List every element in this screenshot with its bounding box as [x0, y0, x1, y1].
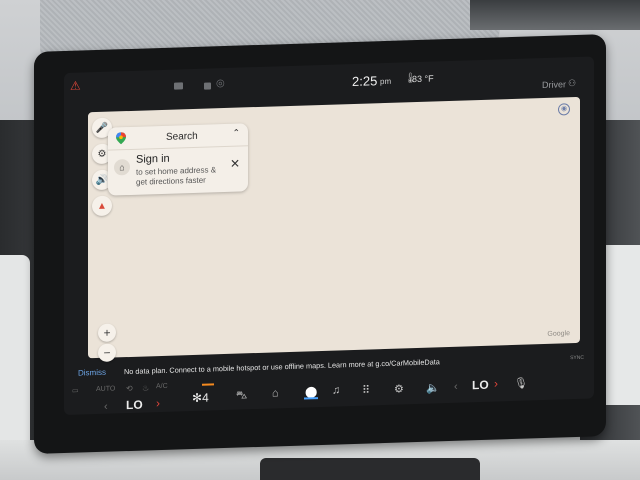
right-temp-down-icon[interactable]: ‹ — [454, 381, 458, 393]
clock-time: 2:25 — [352, 73, 378, 90]
status-bar: ⚠ ◎ 2:25 pm 🌡 83 °F Driver ⚇ — [64, 56, 594, 103]
search-label[interactable]: Search — [166, 131, 198, 143]
map-attribution: Google — [547, 330, 570, 338]
clock-ampm: pm — [380, 76, 392, 87]
fan-level-indicator — [202, 383, 214, 386]
driver-profile-label[interactable]: Driver — [542, 79, 566, 90]
message-icon — [174, 82, 183, 90]
dismiss-button[interactable]: Dismiss — [78, 368, 106, 378]
temperature-unit: °F — [424, 73, 434, 84]
check-circle-icon: ◎ — [216, 78, 225, 90]
left-panel — [0, 255, 30, 455]
card-icon — [204, 82, 211, 90]
outside-temperature: 83 °F — [412, 73, 434, 84]
music-icon[interactable]: ♫ — [332, 384, 340, 396]
home-icon: ⌂ — [114, 158, 130, 176]
speaker-icon: 🔊 — [95, 174, 109, 186]
compass-icon[interactable]: ◉ — [558, 103, 570, 116]
sign-in-title[interactable]: Sign in — [136, 153, 170, 166]
screen-bezel: ⚠ ◎ 2:25 pm 🌡 83 °F Driver ⚇ ◉ Google 🎤 … — [34, 34, 606, 455]
volume-icon[interactable]: 🔈 — [426, 381, 440, 394]
card-divider — [108, 145, 248, 151]
fan-speed: 4 — [202, 390, 209, 405]
right-temperature[interactable]: LO — [472, 378, 489, 393]
zoom-out-button[interactable]: − — [98, 343, 116, 362]
google-maps-pin-icon — [116, 132, 126, 145]
rear-defrost-icon[interactable]: ▭ — [72, 387, 79, 395]
left-temperature[interactable]: LO — [126, 398, 143, 413]
sync-label[interactable]: SYNC — [570, 355, 584, 361]
fan-icon: ✻ — [192, 390, 203, 406]
home-nav-icon[interactable]: ⌂ — [272, 387, 279, 399]
temperature-value: 83 — [412, 73, 423, 85]
settings-gear-icon[interactable]: ⚙ — [394, 382, 404, 395]
car-icon[interactable]: ⛍ — [236, 389, 247, 403]
right-temp-up-icon[interactable]: › — [494, 376, 498, 390]
search-card[interactable]: Search ⌃ ⌂ Sign in to set home address &… — [108, 123, 248, 196]
alert-icon[interactable]: ⚠ — [70, 79, 81, 93]
sign-in-description-line2: get directions faster — [136, 175, 206, 187]
gear-icon: ⚙ — [97, 148, 107, 160]
chevron-up-icon[interactable]: ⌃ — [232, 128, 240, 139]
navigation-arrow-icon: ▲ — [97, 200, 107, 212]
active-tab-indicator — [304, 397, 318, 400]
left-temp-down-icon[interactable]: ‹ — [104, 401, 108, 413]
air-vent — [260, 458, 480, 480]
seat-icon[interactable]: ♨ — [142, 383, 149, 392]
app-grid-icon[interactable]: ⠿ — [362, 383, 370, 396]
close-icon[interactable]: ✕ — [230, 157, 240, 171]
left-temp-up-icon[interactable]: › — [156, 396, 160, 410]
person-icon[interactable]: ⚇ — [568, 78, 576, 89]
ac-label[interactable]: A/C — [156, 383, 168, 390]
windshield — [470, 0, 640, 30]
infotainment-screen: ⚠ ◎ 2:25 pm 🌡 83 °F Driver ⚇ ◉ Google 🎤 … — [64, 56, 594, 416]
microphone-dock-icon[interactable]: 🎙 — [514, 376, 528, 389]
recirculation-icon[interactable]: ⟲ — [126, 384, 133, 393]
fan-control[interactable]: ✻4 — [192, 391, 209, 406]
auto-climate-label[interactable]: AUTO — [96, 385, 115, 393]
microphone-icon: 🎤 — [95, 122, 109, 134]
